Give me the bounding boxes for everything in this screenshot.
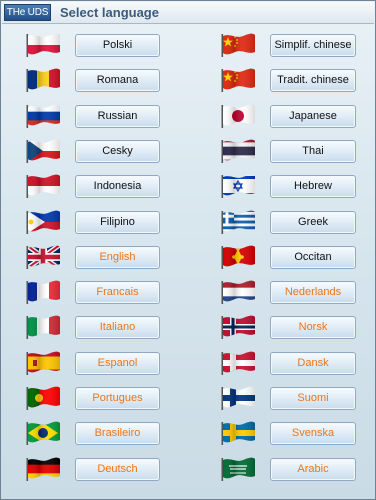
saudi-flag-icon[interactable] bbox=[220, 456, 256, 482]
language-button[interactable]: Simplif. chinese bbox=[270, 34, 356, 57]
language-button[interactable]: Japanese bbox=[270, 104, 356, 128]
greece-flag-icon[interactable] bbox=[220, 209, 256, 235]
china-flag-icon[interactable] bbox=[220, 67, 256, 93]
language-button[interactable]: Arabic bbox=[270, 457, 356, 481]
language-button[interactable]: Tradit. chinese bbox=[270, 69, 356, 93]
language-button[interactable]: Hebrew bbox=[270, 175, 356, 199]
language-row: Japanese bbox=[1, 100, 376, 130]
language-button[interactable]: Norsk bbox=[270, 316, 356, 340]
language-button[interactable]: Greek bbox=[270, 210, 356, 234]
thailand-flag-icon[interactable] bbox=[220, 138, 256, 164]
norway-flag-icon[interactable] bbox=[220, 314, 256, 340]
language-button[interactable]: Suomi bbox=[270, 387, 356, 410]
language-button[interactable]: Thai bbox=[270, 139, 356, 163]
language-button[interactable]: Nederlands bbox=[270, 281, 356, 305]
japan-flag-icon[interactable] bbox=[220, 103, 256, 129]
israel-flag-icon[interactable] bbox=[220, 173, 256, 199]
language-row: Occitan bbox=[1, 241, 376, 271]
language-row: Arabic bbox=[1, 453, 376, 483]
china-flag-icon[interactable] bbox=[220, 32, 256, 58]
language-row: Greek bbox=[1, 206, 376, 236]
denmark-flag-icon[interactable] bbox=[220, 350, 256, 376]
language-button[interactable]: Svenska bbox=[270, 422, 356, 446]
language-button[interactable]: Dansk bbox=[270, 351, 356, 375]
language-button[interactable]: Occitan bbox=[270, 245, 356, 269]
occitania-flag-icon[interactable] bbox=[220, 244, 256, 270]
language-row: Thai bbox=[1, 135, 376, 165]
language-row: Norsk bbox=[1, 311, 376, 341]
language-row: Nederlands bbox=[1, 276, 376, 306]
title-bar: THe UDS Select language bbox=[2, 2, 374, 24]
language-row: Svenska bbox=[1, 417, 376, 447]
app-logo: THe UDS bbox=[4, 4, 51, 21]
language-row: Suomi bbox=[1, 382, 376, 412]
language-row: Hebrew bbox=[1, 170, 376, 200]
language-row: Simplif. chinese bbox=[1, 29, 376, 59]
sweden-flag-icon[interactable] bbox=[220, 420, 256, 446]
language-select-window: THe UDS Select language Polski Romana Ru… bbox=[0, 0, 376, 500]
language-row: Tradit. chinese bbox=[1, 64, 376, 94]
finland-flag-icon[interactable] bbox=[220, 385, 256, 411]
window-title: Select language bbox=[60, 5, 159, 20]
language-row: Dansk bbox=[1, 347, 376, 377]
netherlands-flag-icon[interactable] bbox=[220, 279, 256, 305]
